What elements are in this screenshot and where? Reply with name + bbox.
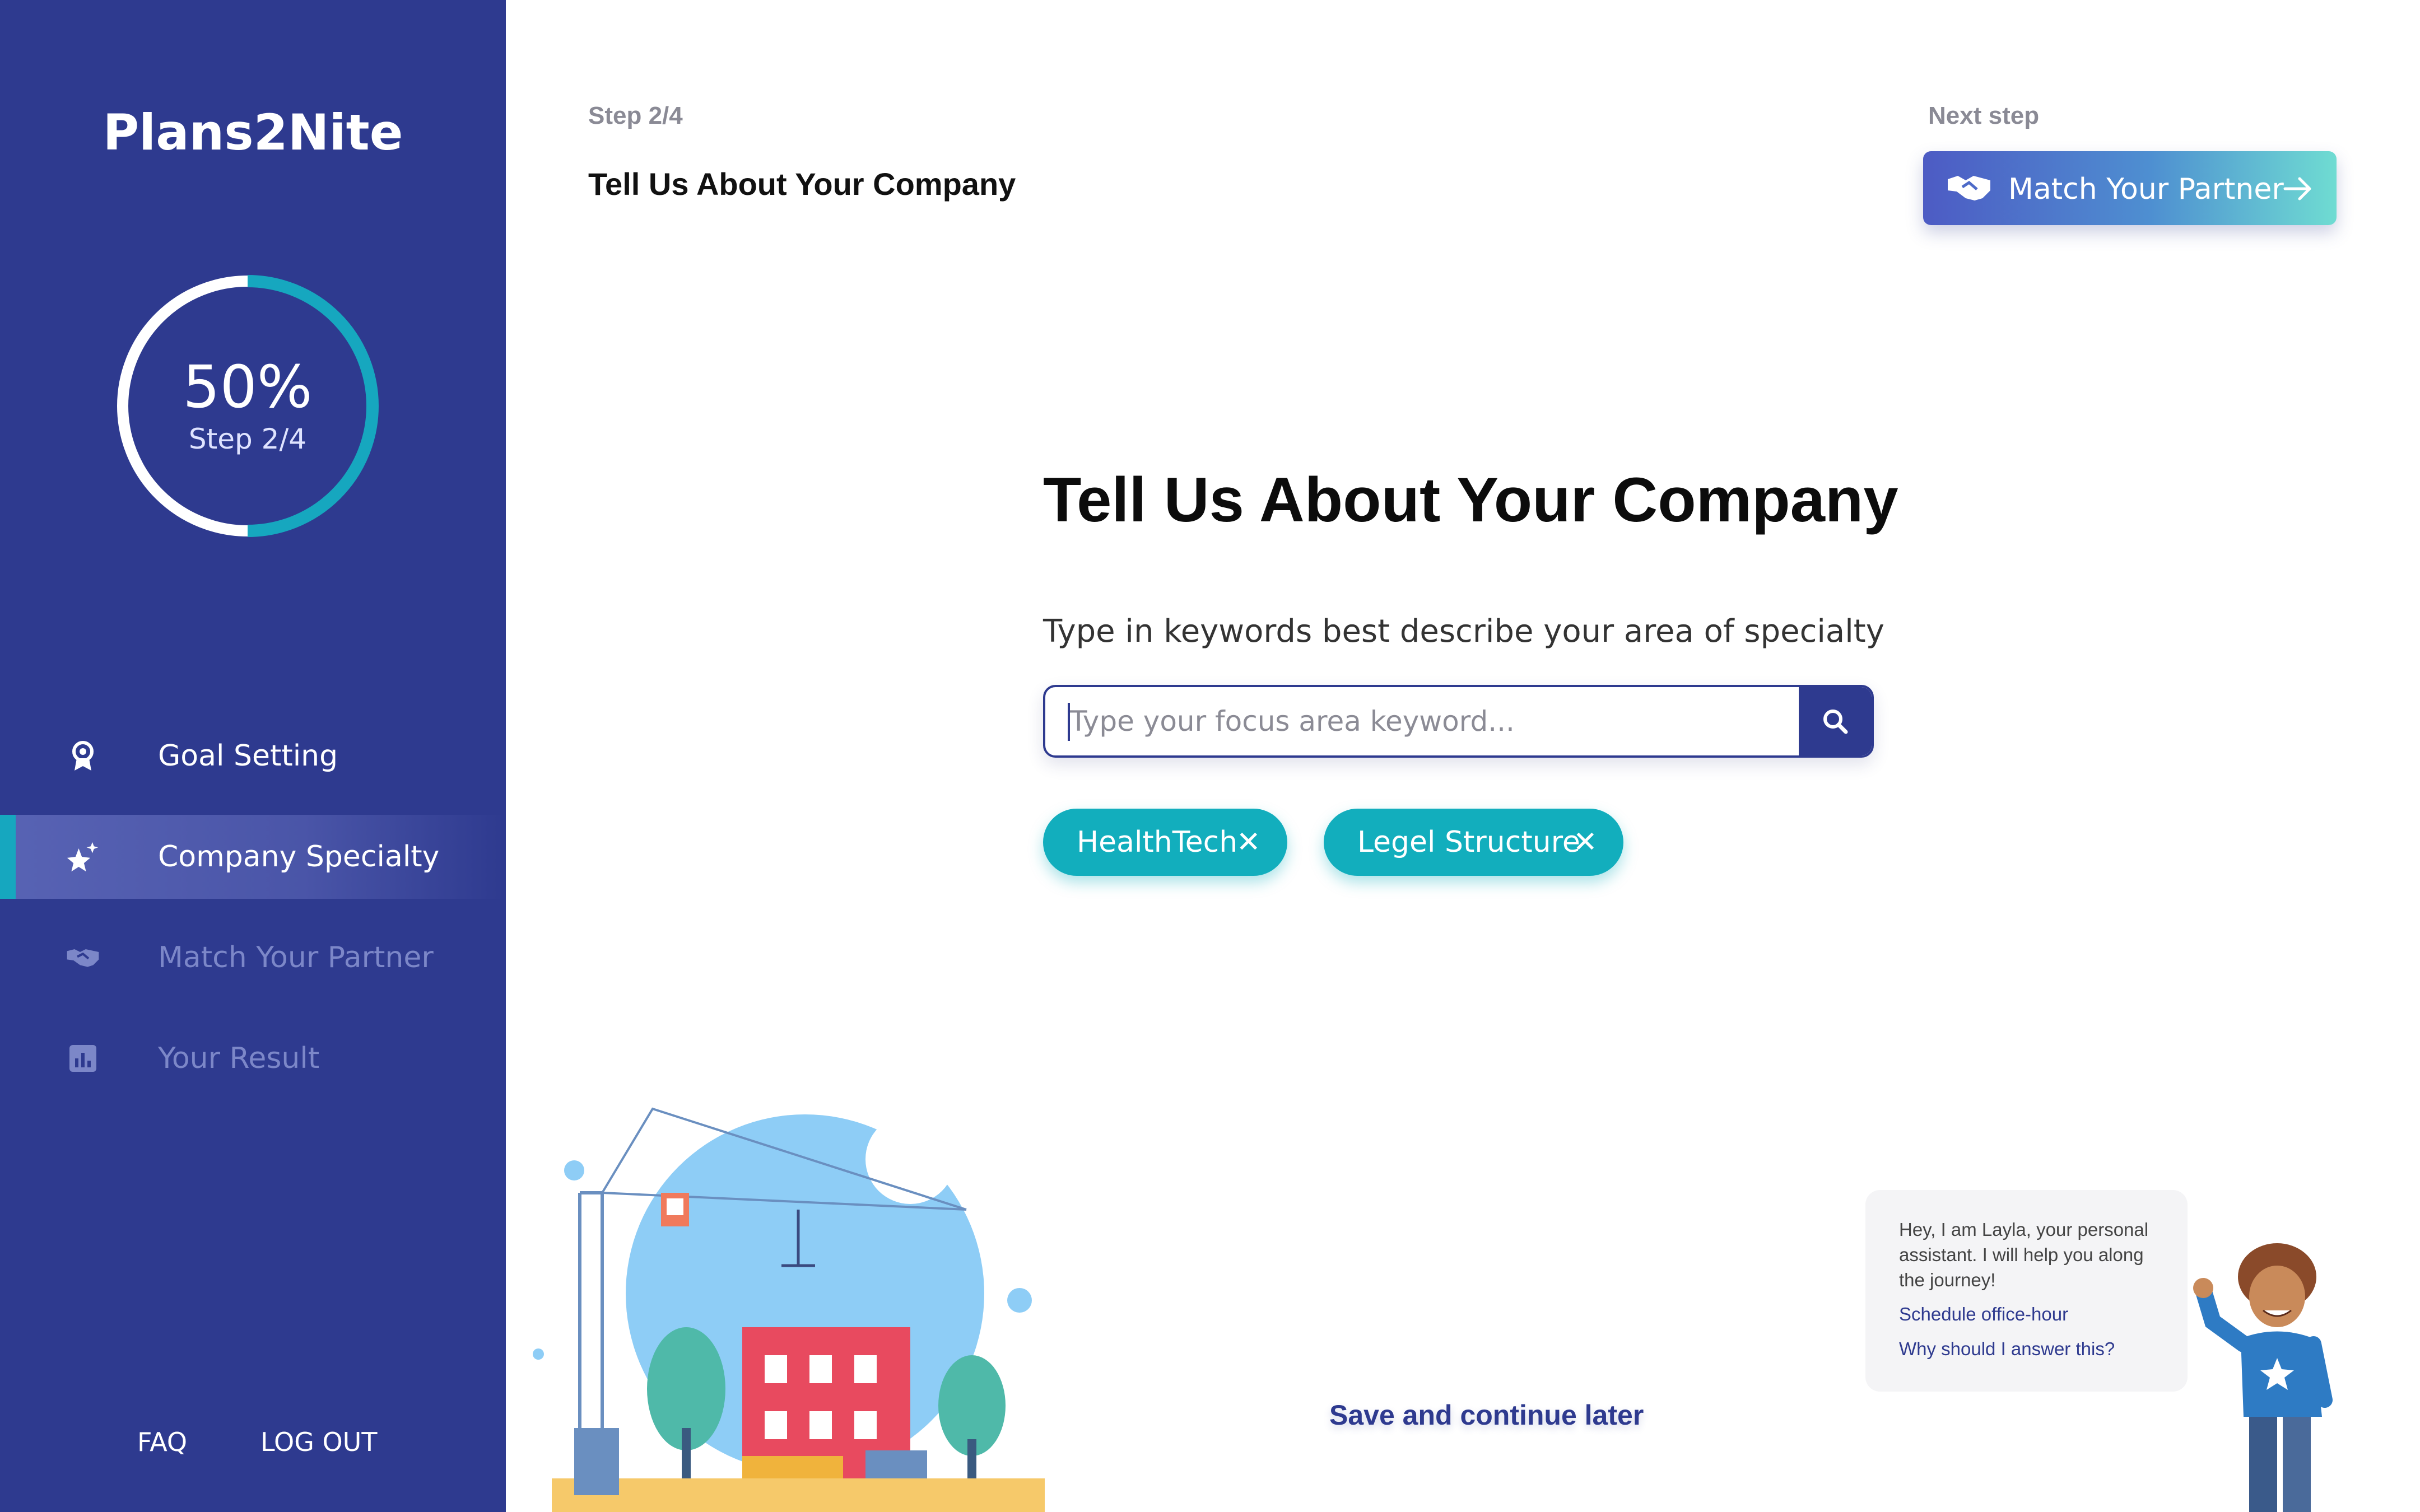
sparkle-star-icon bbox=[66, 840, 100, 874]
progress-percent: 50% bbox=[183, 353, 313, 421]
save-and-continue-later-link[interactable]: Save and continue later bbox=[1329, 1399, 1644, 1431]
chip-label: HealthTech bbox=[1077, 825, 1238, 859]
why-answer-link[interactable]: Why should I answer this? bbox=[1899, 1338, 2115, 1360]
sidebar-item-label: Your Result bbox=[158, 1042, 320, 1075]
sidebar-item-match-your-partner[interactable]: Match Your Partner bbox=[0, 916, 506, 1000]
handshake-icon bbox=[66, 941, 100, 974]
search-button[interactable] bbox=[1799, 687, 1872, 755]
search-icon bbox=[1823, 710, 1848, 734]
sidebar-item-goal-setting[interactable]: Goal Setting bbox=[0, 714, 506, 798]
sidebar-item-label: Goal Setting bbox=[158, 739, 338, 773]
sidebar-item-company-specialty[interactable]: Company Specialty bbox=[0, 815, 506, 899]
chip-label: Legel Structure bbox=[1357, 825, 1580, 859]
award-icon bbox=[66, 739, 100, 773]
progress-step-label: Step 2/4 bbox=[188, 423, 307, 455]
arrow-right-icon bbox=[2283, 177, 2311, 200]
construction-illustration bbox=[533, 1107, 1045, 1512]
close-icon[interactable]: ✕ bbox=[1573, 825, 1598, 859]
page-title: Tell Us About Your Company bbox=[1043, 465, 1898, 535]
header-title: Tell Us About Your Company bbox=[588, 166, 1016, 202]
schedule-office-hour-link[interactable]: Schedule office-hour bbox=[1899, 1304, 2068, 1325]
next-step-label: Next step bbox=[1928, 102, 2040, 129]
assistant-avatar bbox=[2193, 1243, 2333, 1512]
faq-link[interactable]: FAQ bbox=[137, 1427, 187, 1457]
step-indicator: Step 2/4 bbox=[588, 102, 683, 129]
assistant-message: Hey, I am Layla, your personal assistant… bbox=[1899, 1219, 2149, 1290]
sidebar-item-label: Company Specialty bbox=[158, 840, 440, 874]
sidebar-item-label: Match Your Partner bbox=[158, 941, 434, 974]
assistant-card: Hey, I am Layla, your personal assistant… bbox=[1865, 1190, 2188, 1392]
next-step-button-label: Match Your Partner bbox=[2008, 172, 2284, 206]
keyword-chip[interactable]: Legel Structure ✕ bbox=[1324, 809, 1623, 876]
search-box bbox=[1043, 685, 1874, 758]
close-icon[interactable]: ✕ bbox=[1236, 825, 1261, 859]
keyword-chip[interactable]: HealthTech ✕ bbox=[1043, 809, 1287, 876]
sidebar: Plans2Nite 50% Step 2/4 Goal Setting Com… bbox=[0, 0, 506, 1512]
search-input[interactable] bbox=[1045, 687, 1790, 755]
next-step-button[interactable]: Match Your Partner bbox=[1923, 151, 2337, 225]
text-caret bbox=[1068, 703, 1070, 741]
sidebar-item-your-result[interactable]: Your Result bbox=[0, 1016, 506, 1100]
brand-logo: Plans2Nite bbox=[103, 104, 403, 161]
handshake-icon bbox=[1948, 176, 1990, 200]
bar-chart-icon bbox=[66, 1042, 100, 1075]
page-subtitle: Type in keywords best describe your area… bbox=[1043, 613, 1884, 650]
logout-link[interactable]: LOG OUT bbox=[260, 1427, 377, 1457]
